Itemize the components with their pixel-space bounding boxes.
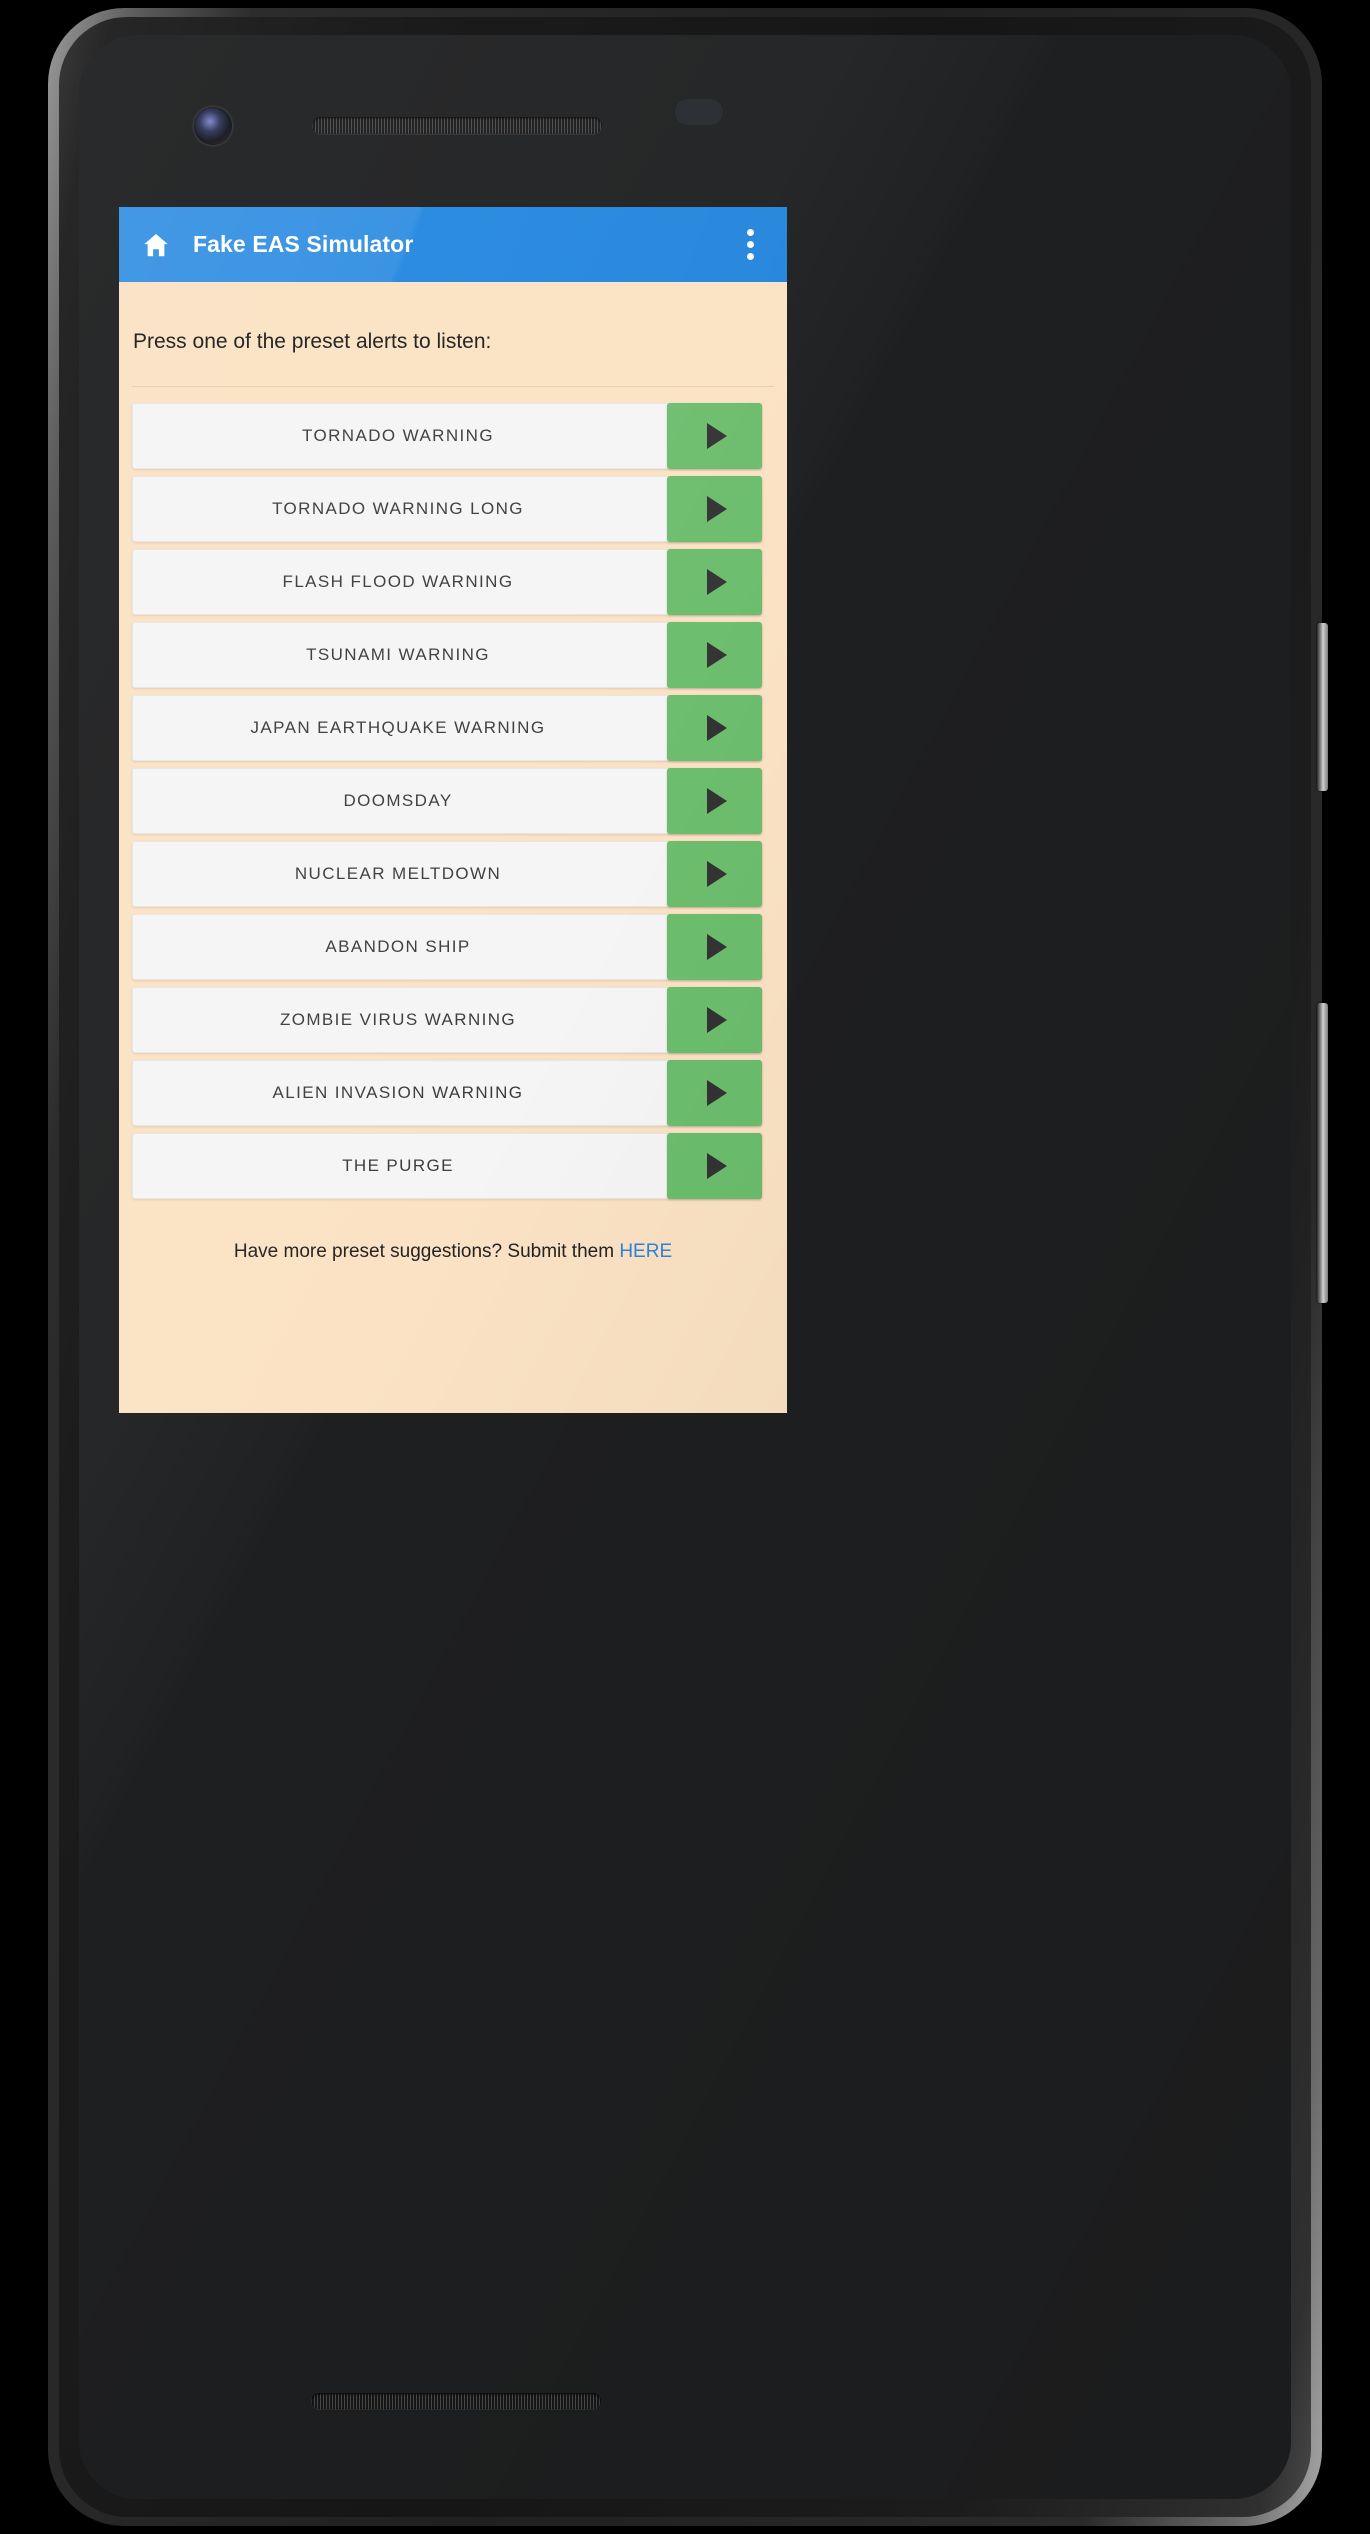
play-icon — [706, 1153, 727, 1179]
content-area: Press one of the preset alerts to listen… — [119, 282, 787, 1263]
device-body: Fake EAS Simulator Press one of the pres… — [59, 17, 1311, 2517]
instruction-text: Press one of the preset alerts to listen… — [133, 330, 492, 353]
volume-button[interactable] — [1317, 1003, 1328, 1303]
bottom-speaker-grille — [311, 2393, 601, 2409]
play-button[interactable] — [667, 1060, 762, 1126]
preset-row[interactable]: TORNADO WARNING LONG — [132, 476, 762, 542]
preset-label: THE PURGE — [342, 1156, 454, 1175]
play-button[interactable] — [667, 476, 762, 542]
preset-label: TORNADO WARNING — [302, 426, 494, 445]
preset-label: ZOMBIE VIRUS WARNING — [279, 1010, 517, 1029]
earpiece-speaker-grille — [312, 117, 602, 134]
preset-row[interactable]: TORNADO WARNING — [132, 403, 762, 469]
preset-row[interactable]: ABANDON SHIP — [132, 914, 762, 980]
preset-row[interactable]: THE PURGE — [132, 1133, 762, 1199]
play-icon — [706, 642, 727, 668]
app-screen: Fake EAS Simulator Press one of the pres… — [119, 207, 787, 1413]
here-link[interactable]: HERE — [619, 1241, 672, 1262]
play-icon — [706, 934, 727, 960]
play-icon — [706, 1080, 727, 1106]
menu-dot — [746, 229, 754, 236]
app-bar: Fake EAS Simulator — [119, 207, 787, 282]
play-icon — [706, 1007, 727, 1033]
preset-row[interactable]: DOOMSDAY — [132, 768, 762, 834]
preset-label: DOOMSDAY — [343, 791, 453, 810]
preset-label: TSUNAMI WARNING — [306, 645, 490, 664]
play-button[interactable] — [667, 695, 762, 761]
play-button[interactable] — [667, 914, 762, 980]
preset-row[interactable]: JAPAN EARTHQUAKE WARNING — [132, 695, 762, 761]
play-icon — [706, 788, 727, 814]
preset-row[interactable]: FLASH FLOOD WARNING — [132, 549, 762, 615]
play-icon — [706, 423, 727, 449]
preset-label: TORNADO WARNING LONG — [272, 499, 524, 518]
home-icon[interactable] — [141, 230, 171, 260]
play-icon — [706, 715, 727, 741]
play-button[interactable] — [667, 622, 762, 688]
preset-label: ABANDON SHIP — [325, 937, 471, 956]
preset-label: FLASH FLOOD WARNING — [282, 572, 514, 591]
preset-row[interactable]: ALIEN INVASION WARNING — [132, 1060, 762, 1126]
play-button[interactable] — [667, 1133, 762, 1199]
play-icon — [706, 861, 727, 887]
preset-label: ALIEN INVASION WARNING — [272, 1083, 524, 1102]
play-icon — [706, 496, 727, 522]
play-button[interactable] — [667, 841, 762, 907]
play-button[interactable] — [667, 987, 762, 1053]
play-button[interactable] — [667, 403, 762, 469]
app-title: Fake EAS Simulator — [193, 231, 414, 257]
preset-row[interactable]: TSUNAMI WARNING — [132, 622, 762, 688]
preset-label: NUCLEAR MELTDOWN — [294, 864, 502, 883]
proximity-sensor-icon — [675, 99, 723, 125]
footer-text: Have more preset suggestions? Submit the… — [233, 1241, 620, 1262]
preset-row[interactable]: ZOMBIE VIRUS WARNING — [132, 987, 762, 1053]
footer-note: Have more preset suggestions? Submit the… — [132, 1199, 774, 1263]
menu-dot — [746, 253, 754, 260]
divider — [132, 386, 774, 387]
preset-label: JAPAN EARTHQUAKE WARNING — [250, 718, 546, 737]
preset-row[interactable]: NUCLEAR MELTDOWN — [132, 841, 762, 907]
front-camera-icon — [194, 107, 232, 145]
more-vertical-icon[interactable] — [733, 222, 767, 268]
menu-dot — [746, 241, 754, 248]
phone-device-frame: Fake EAS Simulator Press one of the pres… — [48, 8, 1328, 2526]
power-button[interactable] — [1317, 623, 1328, 791]
preset-alert-list: TORNADO WARNING TORNADO WARNING LONG FLASH… — [132, 403, 774, 1199]
play-button[interactable] — [667, 549, 762, 615]
play-icon — [706, 569, 727, 595]
device-glass-panel: Fake EAS Simulator Press one of the pres… — [79, 35, 1291, 2499]
play-button[interactable] — [667, 768, 762, 834]
